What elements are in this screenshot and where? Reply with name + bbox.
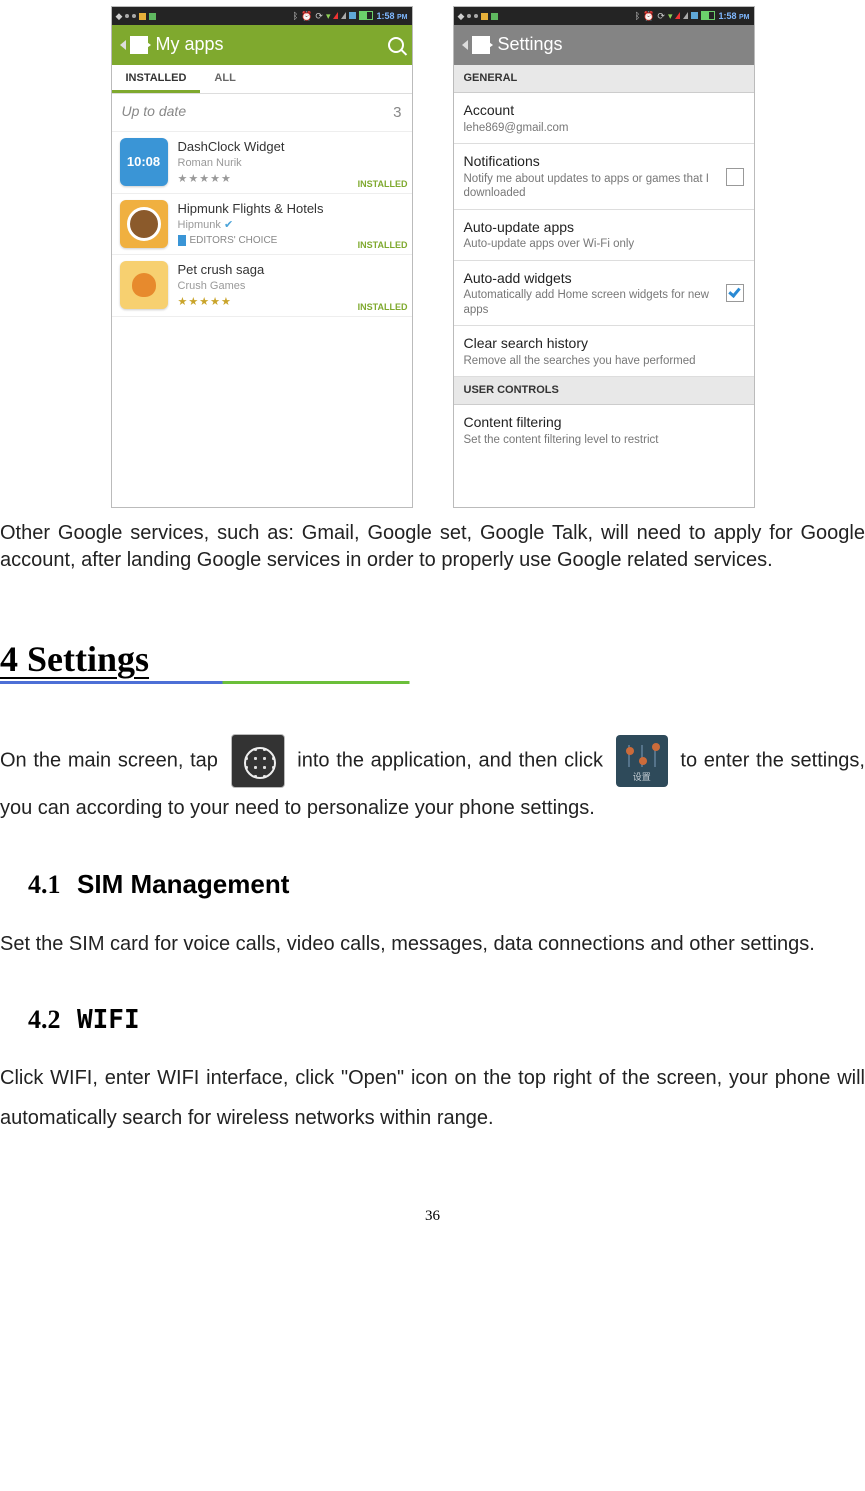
app-icon-petcrush [120, 261, 168, 309]
heading-4-1-sim: 4.1 SIM Management [28, 866, 865, 903]
app-name: DashClock Widget [178, 138, 404, 156]
app-name: Pet crush saga [178, 261, 404, 279]
bluetooth-icon: ᛒ [293, 10, 298, 23]
setting-title: Auto-update apps [464, 218, 738, 238]
menu-icon: ◆ [116, 10, 123, 23]
back-icon[interactable] [120, 40, 126, 50]
sync-icon: ⟳ [315, 10, 323, 23]
battery-icon [701, 11, 715, 20]
phone-my-apps: ◆ ᛒ ⏰ ⟳ ▾ 1:58 PM My apps [111, 6, 413, 508]
bluetooth-icon: ᛒ [635, 10, 640, 23]
app-bar-title: My apps [156, 32, 388, 57]
signal-icon [683, 12, 688, 19]
section-header-user-controls: USER CONTROLS [454, 377, 754, 405]
section-header-general: GENERAL [454, 65, 754, 93]
setting-subtitle: Set the content filtering level to restr… [464, 433, 738, 447]
status-time: 1:58 PM [718, 10, 749, 23]
wifi-icon: ▾ [668, 10, 673, 23]
setting-title: Auto-add widgets [464, 269, 720, 289]
setting-subtitle: Auto-update apps over Wi-Fi only [464, 237, 738, 251]
app-indicator-icon [139, 13, 146, 20]
back-icon[interactable] [462, 40, 468, 50]
flag-icon [178, 235, 186, 246]
app-item[interactable]: Pet crush saga Crush Games ★★★★★ INSTALL… [112, 255, 412, 317]
menu-icon: ◆ [458, 10, 465, 23]
installed-badge: INSTALLED [358, 301, 408, 314]
app-icon-dashclock: 10:08 [120, 138, 168, 186]
tabs: INSTALLED ALL [112, 65, 412, 94]
wifi-icon: ▾ [326, 10, 331, 23]
app-bar-title: Settings [498, 32, 746, 57]
settings-shortcut-icon: 设置 [616, 735, 668, 787]
settings-item-account[interactable]: Account lehe869@gmail.com [454, 93, 754, 144]
tab-all[interactable]: ALL [200, 65, 249, 93]
search-icon[interactable] [388, 37, 404, 53]
alarm-icon: ⏰ [301, 10, 312, 23]
network-icon [349, 12, 356, 19]
app-developer: Hipmunk ✔ [178, 218, 404, 233]
setting-subtitle: Automatically add Home screen widgets fo… [464, 288, 720, 317]
settings-item-autoadd[interactable]: Auto-add widgets Automatically add Home … [454, 261, 754, 326]
setting-subtitle: Notify me about updates to apps or games… [464, 172, 720, 201]
heading-4-2-wifi: 4.2 WIFI [28, 1002, 865, 1038]
settings-item-notifications[interactable]: Notifications Notify me about updates to… [454, 144, 754, 209]
app-indicator-icon [481, 13, 488, 20]
sync-icon: ⟳ [657, 10, 665, 23]
setting-title: Notifications [464, 152, 720, 172]
setting-title: Account [464, 101, 738, 121]
network-icon [691, 12, 698, 19]
settings-item-autoupdate[interactable]: Auto-update apps Auto-update apps over W… [454, 210, 754, 261]
heading-underline [0, 681, 585, 684]
setting-subtitle: lehe869@gmail.com [464, 121, 738, 135]
status-bar: ◆ ᛒ ⏰ ⟳ ▾ 1:58 PM [454, 7, 754, 25]
app-bar: Settings [454, 25, 754, 65]
tab-installed[interactable]: INSTALLED [112, 65, 201, 93]
phone-settings: ◆ ᛒ ⏰ ⟳ ▾ 1:58 PM Settings GENERAL [453, 6, 755, 508]
app-indicator-icon [491, 13, 498, 20]
setting-title: Content filtering [464, 413, 738, 433]
app-developer: Crush Games [178, 279, 404, 294]
paragraph-sim: Set the SIM card for voice calls, video … [0, 924, 865, 964]
paragraph-settings-intro: On the main screen, tap into the applica… [0, 734, 865, 828]
play-store-icon[interactable] [472, 36, 490, 54]
up-to-date-label: Up to date [122, 102, 187, 123]
paragraph-google-services: Other Google services, such as: Gmail, G… [0, 520, 865, 574]
setting-subtitle: Remove all the searches you have perform… [464, 354, 738, 368]
signal-no-sim-icon [675, 12, 680, 19]
app-name: Hipmunk Flights & Hotels [178, 200, 404, 218]
app-item[interactable]: Hipmunk Flights & Hotels Hipmunk ✔ EDITO… [112, 194, 412, 255]
app-item[interactable]: 10:08 DashClock Widget Roman Nurik ★★★★★… [112, 132, 412, 194]
heading-4-settings: 4 Settings [0, 634, 865, 684]
page-number: 36 [0, 1206, 865, 1227]
checkbox-unchecked-icon[interactable] [726, 168, 744, 186]
checkbox-checked-icon[interactable] [726, 284, 744, 302]
app-indicator-icon [149, 13, 156, 20]
alarm-icon: ⏰ [643, 10, 654, 23]
settings-item-content-filtering[interactable]: Content filtering Set the content filter… [454, 405, 754, 455]
settings-item-clear-history[interactable]: Clear search history Remove all the sear… [454, 326, 754, 377]
paragraph-wifi: Click WIFI, enter WIFI interface, click … [0, 1058, 865, 1138]
up-to-date-header: Up to date 3 [112, 94, 412, 132]
setting-title: Clear search history [464, 334, 738, 354]
screenshots-row: ◆ ᛒ ⏰ ⟳ ▾ 1:58 PM My apps [0, 0, 865, 516]
play-store-icon[interactable] [130, 36, 148, 54]
status-bar: ◆ ᛒ ⏰ ⟳ ▾ 1:58 PM [112, 7, 412, 25]
battery-icon [359, 11, 373, 20]
signal-no-sim-icon [333, 12, 338, 19]
status-time: 1:58 PM [376, 10, 407, 23]
installed-badge: INSTALLED [358, 239, 408, 252]
apps-launcher-icon [231, 734, 285, 788]
signal-icon [341, 12, 346, 19]
installed-badge: INSTALLED [358, 178, 408, 191]
app-developer: Roman Nurik [178, 156, 404, 171]
app-bar: My apps [112, 25, 412, 65]
app-icon-hipmunk [120, 200, 168, 248]
up-to-date-count: 3 [393, 102, 401, 123]
